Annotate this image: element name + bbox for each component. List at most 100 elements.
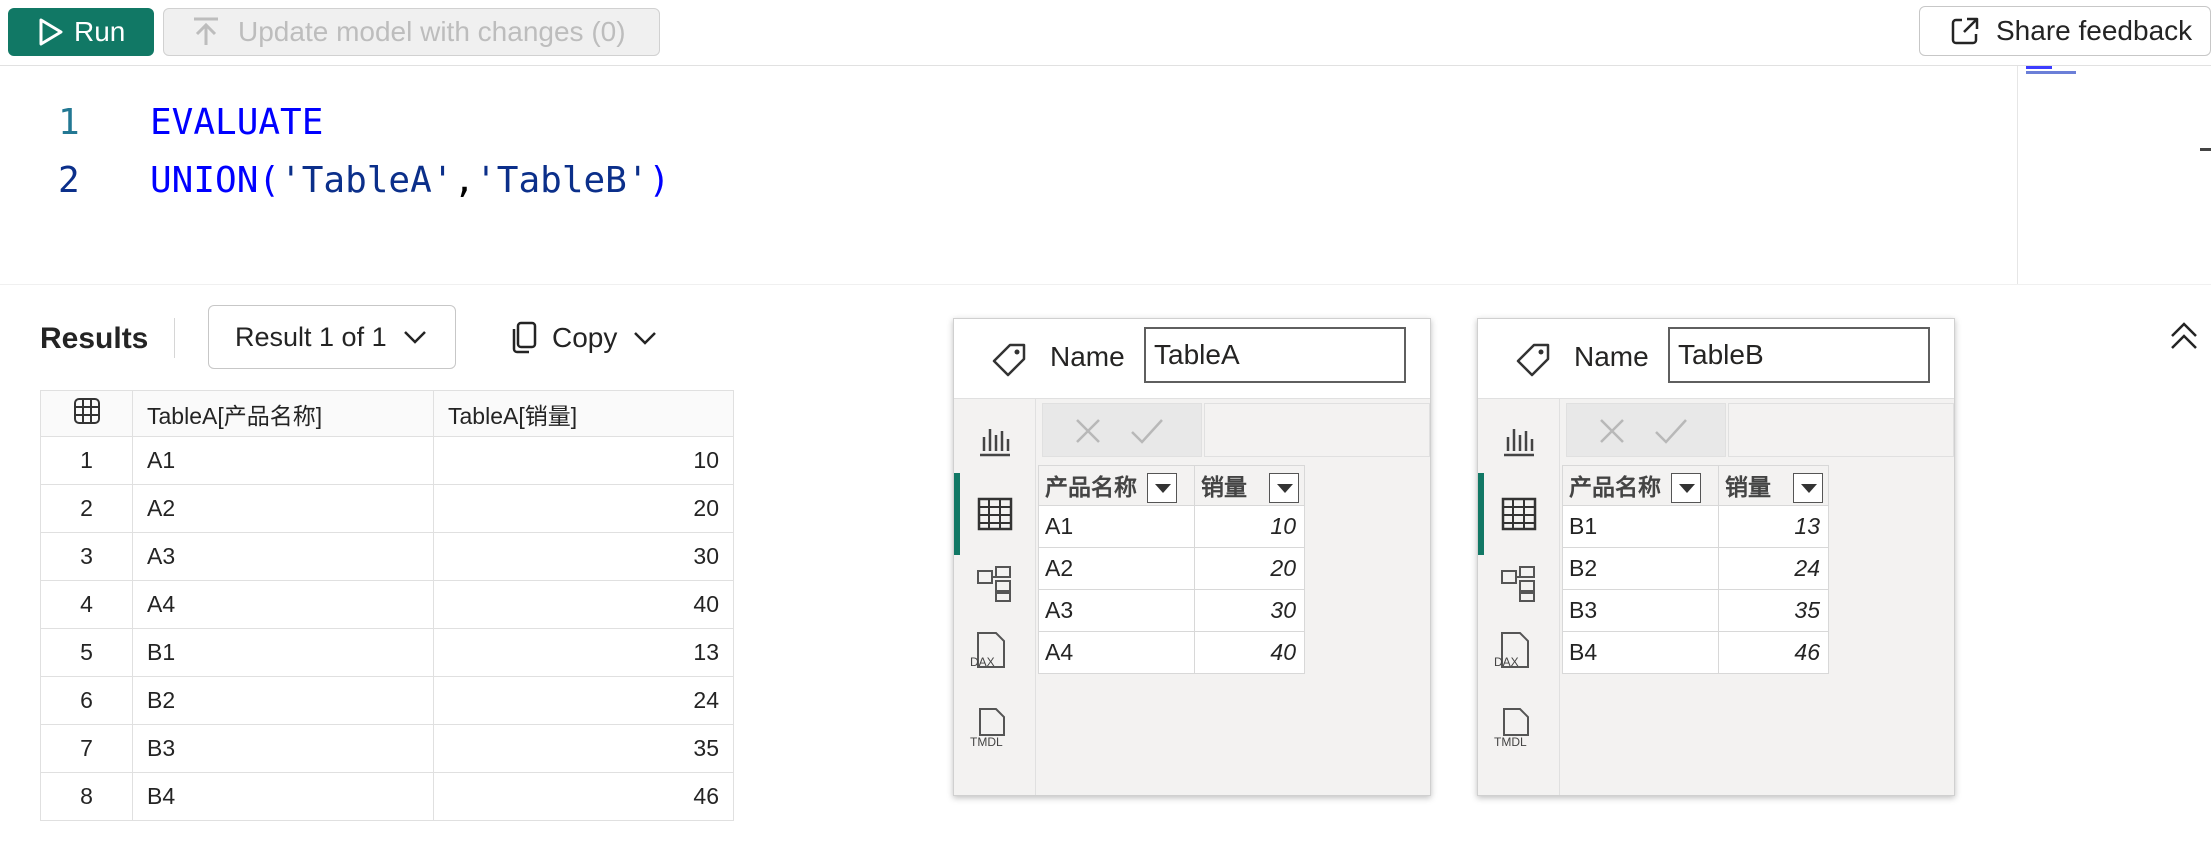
cell[interactable]: 40	[433, 580, 734, 629]
dax-query-icon[interactable]: DAX	[970, 629, 1020, 679]
tmdl-view-icon[interactable]: TMDL	[1494, 707, 1544, 757]
cell[interactable]: 13	[433, 628, 734, 677]
cell[interactable]: B2	[132, 676, 434, 725]
filter-dropdown-icon[interactable]	[1793, 473, 1823, 504]
filter-dropdown-icon[interactable]	[1147, 473, 1177, 504]
upload-arrow-icon	[194, 17, 218, 45]
cell[interactable]: 20	[1194, 547, 1305, 590]
column-header-label: 销量	[1725, 473, 1771, 500]
cell[interactable]: 46	[433, 772, 734, 821]
filter-dropdown-icon[interactable]	[1671, 473, 1701, 504]
scrollbar-marker	[2200, 148, 2211, 151]
table-name-input[interactable]: TableA	[1144, 327, 1406, 383]
run-button[interactable]: Run	[8, 8, 154, 56]
panel-header: Name TableA	[954, 319, 1430, 399]
column-header-label: 产品名称	[1569, 473, 1661, 500]
view-switcher: DAX TMDL	[1478, 399, 1560, 795]
dax-query-icon[interactable]: DAX	[1494, 629, 1544, 679]
table-row: 8 B4 46	[40, 772, 734, 821]
code-comma: ,	[453, 159, 476, 201]
table-view-icon[interactable]	[974, 493, 1016, 535]
result-selector-dropdown[interactable]: Result 1 of 1	[208, 305, 456, 369]
table-header-row: 产品名称 销量	[1038, 465, 1305, 506]
cancel-icon[interactable]	[1073, 416, 1103, 446]
cell[interactable]: 46	[1718, 631, 1829, 674]
model-view-icon[interactable]	[974, 563, 1016, 605]
cell[interactable]: 24	[1718, 547, 1829, 590]
cell[interactable]: 30	[433, 532, 734, 581]
column-header[interactable]: TableA[产品名称]	[132, 390, 434, 437]
dax-query-editor[interactable]: 1 EVALUATE 2 UNION('TableA', 'TableB')	[0, 66, 2211, 284]
tag-icon	[1516, 343, 1550, 377]
filter-dropdown-icon[interactable]	[1269, 473, 1299, 504]
cell[interactable]: A4	[132, 580, 434, 629]
cell[interactable]: 30	[1194, 589, 1305, 632]
column-header-label: 产品名称	[1045, 473, 1137, 500]
cell[interactable]: B1	[132, 628, 434, 677]
tmdl-icon-label: TMDL	[1494, 735, 1527, 749]
tmdl-view-icon[interactable]: TMDL	[970, 707, 1020, 757]
copy-label: Copy	[552, 322, 618, 353]
row-index: 1	[40, 436, 133, 485]
table-header-row: 产品名称 销量	[1562, 465, 1829, 506]
formula-bar[interactable]	[1204, 403, 1430, 457]
cell[interactable]: A4	[1038, 631, 1195, 674]
cell[interactable]: B2	[1562, 547, 1719, 590]
view-switcher: DAX TMDL	[954, 399, 1036, 795]
column-header[interactable]: 产品名称	[1038, 465, 1195, 506]
copy-button[interactable]: Copy	[510, 318, 657, 358]
cell[interactable]: 35	[433, 724, 734, 773]
table-b-grid: 产品名称 销量 B1 13 B2 24 B3 35 B4 46	[1562, 465, 1829, 674]
code-text: EVALUATE	[150, 101, 324, 143]
name-label: Name	[1050, 341, 1125, 372]
commit-check-icon[interactable]	[1653, 416, 1689, 446]
table-name-input[interactable]: TableB	[1668, 327, 1930, 383]
report-view-icon[interactable]	[1498, 419, 1540, 461]
code-string: 'TableB'	[475, 159, 649, 201]
code-line-2[interactable]: 2 UNION('TableA', 'TableB')	[0, 152, 670, 208]
table-row: A2 20	[1038, 547, 1305, 590]
update-label: Update model with changes (0)	[238, 16, 626, 47]
name-label: Name	[1574, 341, 1649, 372]
cell[interactable]: B4	[132, 772, 434, 821]
cell[interactable]: 10	[1194, 505, 1305, 548]
formula-bar-actions	[1566, 403, 1726, 457]
cell[interactable]: 40	[1194, 631, 1305, 674]
cell[interactable]: A2	[132, 484, 434, 533]
column-header[interactable]: 产品名称	[1562, 465, 1719, 506]
collapse-results-icon[interactable]	[2168, 320, 2204, 356]
report-view-icon[interactable]	[974, 419, 1016, 461]
cell[interactable]: B4	[1562, 631, 1719, 674]
cancel-icon[interactable]	[1597, 416, 1627, 446]
model-view-icon[interactable]	[1498, 563, 1540, 605]
column-header[interactable]: 销量	[1718, 465, 1829, 506]
cell[interactable]: A1	[132, 436, 434, 485]
cell[interactable]: 24	[433, 676, 734, 725]
cell[interactable]: B3	[132, 724, 434, 773]
table-row: 2 A2 20	[40, 484, 734, 533]
formula-bar[interactable]	[1728, 403, 1954, 457]
cell[interactable]: A3	[1038, 589, 1195, 632]
table-row: A3 30	[1038, 589, 1305, 632]
column-header[interactable]: TableA[销量]	[433, 390, 734, 437]
code-line-1[interactable]: 1 EVALUATE	[0, 94, 323, 150]
editor-minimap[interactable]	[2017, 66, 2207, 284]
cell[interactable]: A2	[1038, 547, 1195, 590]
cell[interactable]: A3	[132, 532, 434, 581]
cell[interactable]: 20	[433, 484, 734, 533]
table-view-icon[interactable]	[1498, 493, 1540, 535]
table-b-panel: Name TableB DAX TMDL 产品名称 销量 B1 13 B2 24 B…	[1477, 318, 1955, 796]
cell[interactable]: B3	[1562, 589, 1719, 632]
table-row: 7 B3 35	[40, 724, 734, 773]
copy-icon	[512, 321, 537, 354]
cell[interactable]: 35	[1718, 589, 1829, 632]
table-row: B3 35	[1562, 589, 1829, 632]
update-model-button[interactable]: Update model with changes (0)	[163, 8, 660, 56]
cell[interactable]: 13	[1718, 505, 1829, 548]
cell[interactable]: B1	[1562, 505, 1719, 548]
cell[interactable]: 10	[433, 436, 734, 485]
column-header[interactable]: 销量	[1194, 465, 1305, 506]
share-feedback-button[interactable]: Share feedback	[1919, 6, 2211, 56]
commit-check-icon[interactable]	[1129, 416, 1165, 446]
cell[interactable]: A1	[1038, 505, 1195, 548]
